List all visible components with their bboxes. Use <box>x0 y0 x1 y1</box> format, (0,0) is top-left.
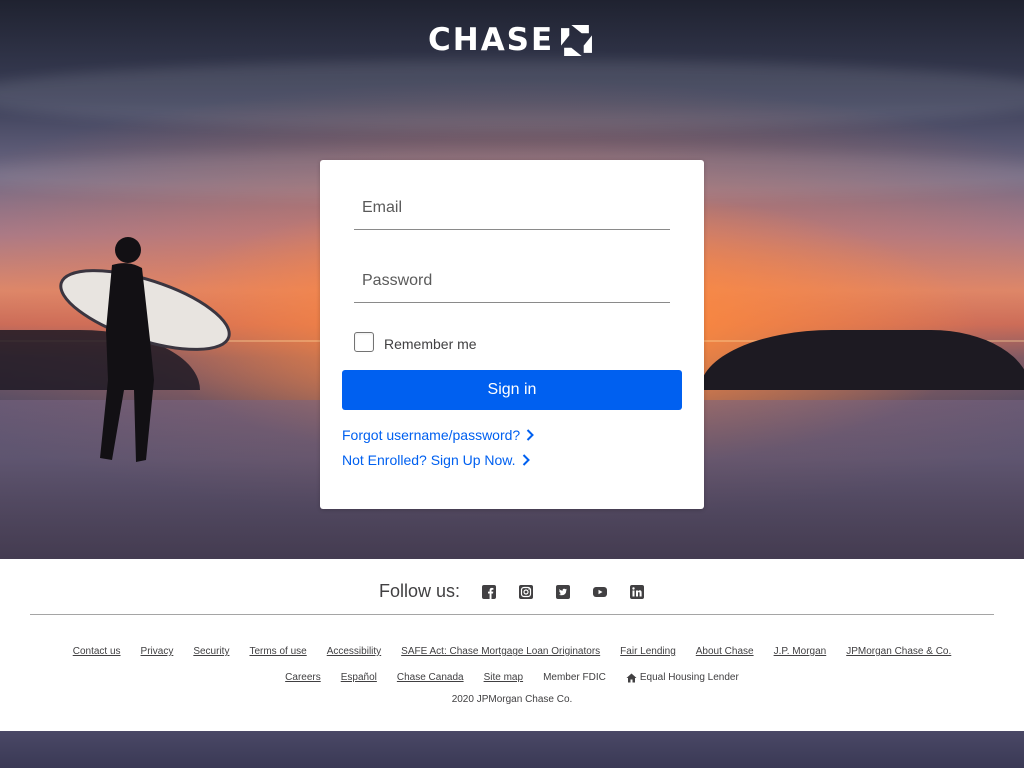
footer-link-careers[interactable]: Careers <box>285 672 321 683</box>
logo-text: CHASE <box>428 22 555 58</box>
chevron-right-icon <box>522 454 530 466</box>
youtube-icon[interactable] <box>581 585 618 599</box>
footer-link-privacy[interactable]: Privacy <box>141 646 174 657</box>
surfer-silhouette <box>59 237 231 462</box>
follow-us-label: Follow us: <box>379 581 461 601</box>
footer-link-accessibility[interactable]: Accessibility <box>327 646 381 657</box>
footer-link-about-chase[interactable]: About Chase <box>696 646 754 657</box>
cloud-band <box>0 60 1024 130</box>
footer-links-row-2: Careers Español Chase Canada Site map Me… <box>0 672 1024 683</box>
footer-link-site-map[interactable]: Site map <box>484 672 523 683</box>
footer-link-jp-morgan[interactable]: J.P. Morgan <box>774 646 827 657</box>
footer-link-espanol[interactable]: Español <box>341 672 377 683</box>
twitter-icon[interactable] <box>544 584 581 599</box>
enroll-link[interactable]: Not Enrolled? Sign Up Now. <box>342 452 530 468</box>
footer-links-row-1: Contact us Privacy Security Terms of use… <box>0 646 1024 657</box>
social-links <box>470 584 655 599</box>
email-input[interactable] <box>354 186 670 229</box>
follow-us: Follow us: <box>379 581 655 602</box>
footer-divider <box>30 614 994 615</box>
equal-housing-label: Equal Housing Lender <box>639 672 739 683</box>
remember-me-checkbox[interactable] <box>354 332 374 352</box>
forgot-password-link[interactable]: Forgot username/password? <box>342 427 535 443</box>
house-icon <box>626 673 637 682</box>
footer: Follow us: Contact us Privacy Security T… <box>0 559 1024 731</box>
chase-octagon-icon <box>561 24 593 56</box>
footer-link-contact-us[interactable]: Contact us <box>73 646 121 657</box>
rocks-right <box>700 330 1024 390</box>
member-fdic: Member FDIC <box>543 672 606 683</box>
footer-link-fair-lending[interactable]: Fair Lending <box>620 646 676 657</box>
chevron-right-icon <box>526 429 535 441</box>
equal-housing-lender: Equal Housing Lender <box>626 672 739 683</box>
footer-link-security[interactable]: Security <box>193 646 229 657</box>
password-input[interactable] <box>354 259 670 302</box>
forgot-password-label: Forgot username/password? <box>342 427 521 443</box>
login-card: Remember me Sign in Forgot username/pass… <box>320 160 704 509</box>
facebook-icon[interactable] <box>470 584 507 599</box>
copyright: 2020 JPMorgan Chase Co. <box>451 694 573 705</box>
enroll-label: Not Enrolled? Sign Up Now. <box>342 452 516 468</box>
chase-logo: CHASE <box>428 22 593 58</box>
email-field-wrapper <box>354 186 670 230</box>
remember-me: Remember me <box>354 332 477 352</box>
instagram-icon[interactable] <box>507 584 544 599</box>
remember-me-label[interactable]: Remember me <box>384 336 477 352</box>
linkedin-icon[interactable] <box>618 584 655 599</box>
sign-in-button[interactable]: Sign in <box>342 370 682 410</box>
password-field-wrapper <box>354 259 670 303</box>
footer-link-terms[interactable]: Terms of use <box>249 646 306 657</box>
footer-link-chase-canada[interactable]: Chase Canada <box>397 672 464 683</box>
bottom-background-strip <box>0 731 1024 768</box>
footer-link-safe-act[interactable]: SAFE Act: Chase Mortgage Loan Originator… <box>401 646 600 657</box>
footer-link-jpmorgan-chase-co[interactable]: JPMorgan Chase & Co. <box>846 646 951 657</box>
